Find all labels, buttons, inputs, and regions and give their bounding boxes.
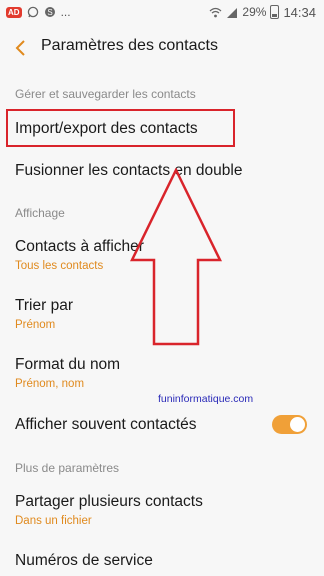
section-header-display: Affichage [15, 206, 65, 220]
svg-text:S: S [47, 8, 52, 17]
app-bar: Paramètres des contacts [0, 28, 324, 68]
contacts-to-show-value: Tous les contacts [15, 260, 104, 272]
show-frequent-label: Afficher souvent contactés [15, 416, 197, 433]
contacts-to-show-label: Contacts à afficher [15, 238, 144, 255]
notification-icons: AD S ... [6, 5, 71, 19]
share-multiple-label: Partager plusieurs contacts [15, 493, 203, 510]
whatsapp-icon [27, 6, 38, 18]
status-bar: AD S ... 29% 14:34 [0, 0, 324, 24]
service-numbers-item[interactable]: Numéros de service [0, 543, 324, 576]
clock: 14:34 [283, 4, 316, 20]
watermark: funinformatique.com [158, 393, 254, 405]
wifi-icon [209, 7, 222, 17]
share-multiple-value: Dans un fichier [15, 515, 92, 527]
more-dots-icon: ... [60, 5, 71, 19]
name-format-item[interactable]: Format du nom Prénom, nom [0, 347, 324, 397]
toggle-knob [290, 417, 305, 432]
sort-by-value: Prénom [15, 319, 56, 331]
service-numbers-label: Numéros de service [15, 552, 153, 569]
back-arrow-icon[interactable] [14, 39, 28, 57]
name-format-value: Prénom, nom [15, 378, 85, 390]
battery-icon [270, 5, 280, 19]
system-indicators: 29% 14:34 [209, 0, 316, 24]
ad-badge-icon: AD [6, 6, 22, 18]
page-title: Paramètres des contacts [41, 37, 218, 54]
section-header-manage: Gérer et sauvegarder les contacts [15, 87, 196, 101]
share-multiple-item[interactable]: Partager plusieurs contacts Dans un fich… [0, 484, 324, 534]
show-frequent-toggle[interactable] [272, 415, 307, 434]
signal-icon [227, 7, 238, 18]
highlight-box [6, 109, 235, 147]
up-arrow-annotation [130, 168, 222, 346]
name-format-label: Format du nom [15, 356, 121, 373]
battery-percent: 29% [242, 5, 267, 19]
section-header-more: Plus de paramètres [15, 461, 120, 475]
sort-by-label: Trier par [15, 297, 73, 314]
skype-icon: S [44, 7, 55, 17]
